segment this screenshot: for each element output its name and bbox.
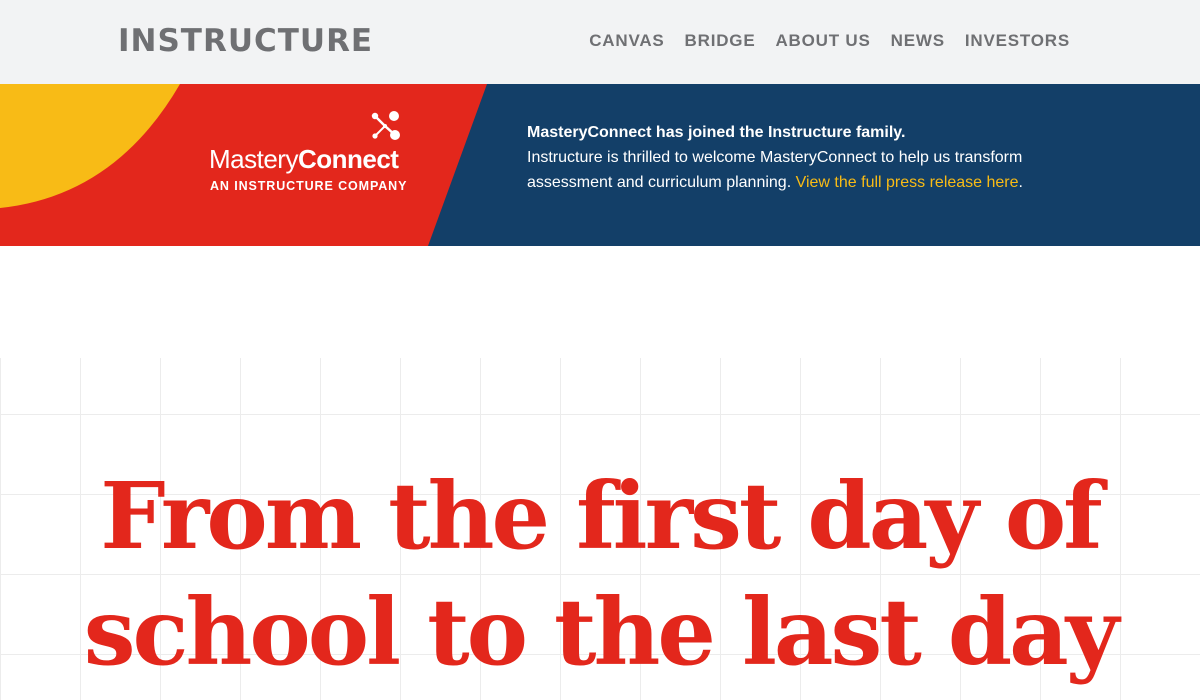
announcement-banner: MasteryConnect AN INSTRUCTURE COMPANY Ma… [0,84,1200,246]
nav-about-us[interactable]: ABOUT US [775,30,870,52]
banner-message: MasteryConnect has joined the Instructur… [527,120,1087,195]
nav-news[interactable]: NEWS [891,30,945,52]
masteryconnect-logo[interactable]: MasteryConnect AN INSTRUCTURE COMPANY [209,108,419,198]
nav-bridge[interactable]: BRIDGE [685,30,756,52]
site-header: INSTRUCTURE CANVAS BRIDGE ABOUT US NEWS … [0,0,1200,84]
hero-title: From the first day of school to the last… [83,462,1120,686]
nav-investors[interactable]: INVESTORS [965,30,1070,52]
main-nav: CANVAS BRIDGE ABOUT US NEWS INVESTORS [589,30,1070,52]
press-release-link[interactable]: View the full press release here [796,174,1019,191]
nav-canvas[interactable]: CANVAS [589,30,664,52]
banner-trailing-period: . [1018,174,1023,191]
hero-section: From the first day of school to the last… [0,358,1200,700]
masteryconnect-dots-icon [371,111,400,140]
banner-headline: MasteryConnect has joined the Instructur… [527,124,906,141]
masteryconnect-wordmark: MasteryConnect [209,144,399,174]
masteryconnect-tagline: AN INSTRUCTURE COMPANY [210,179,408,193]
wordmark-mastery: Mastery [209,144,298,174]
instructure-logo[interactable]: INSTRUCTURE [118,22,373,60]
wordmark-connect: Connect [297,144,399,174]
